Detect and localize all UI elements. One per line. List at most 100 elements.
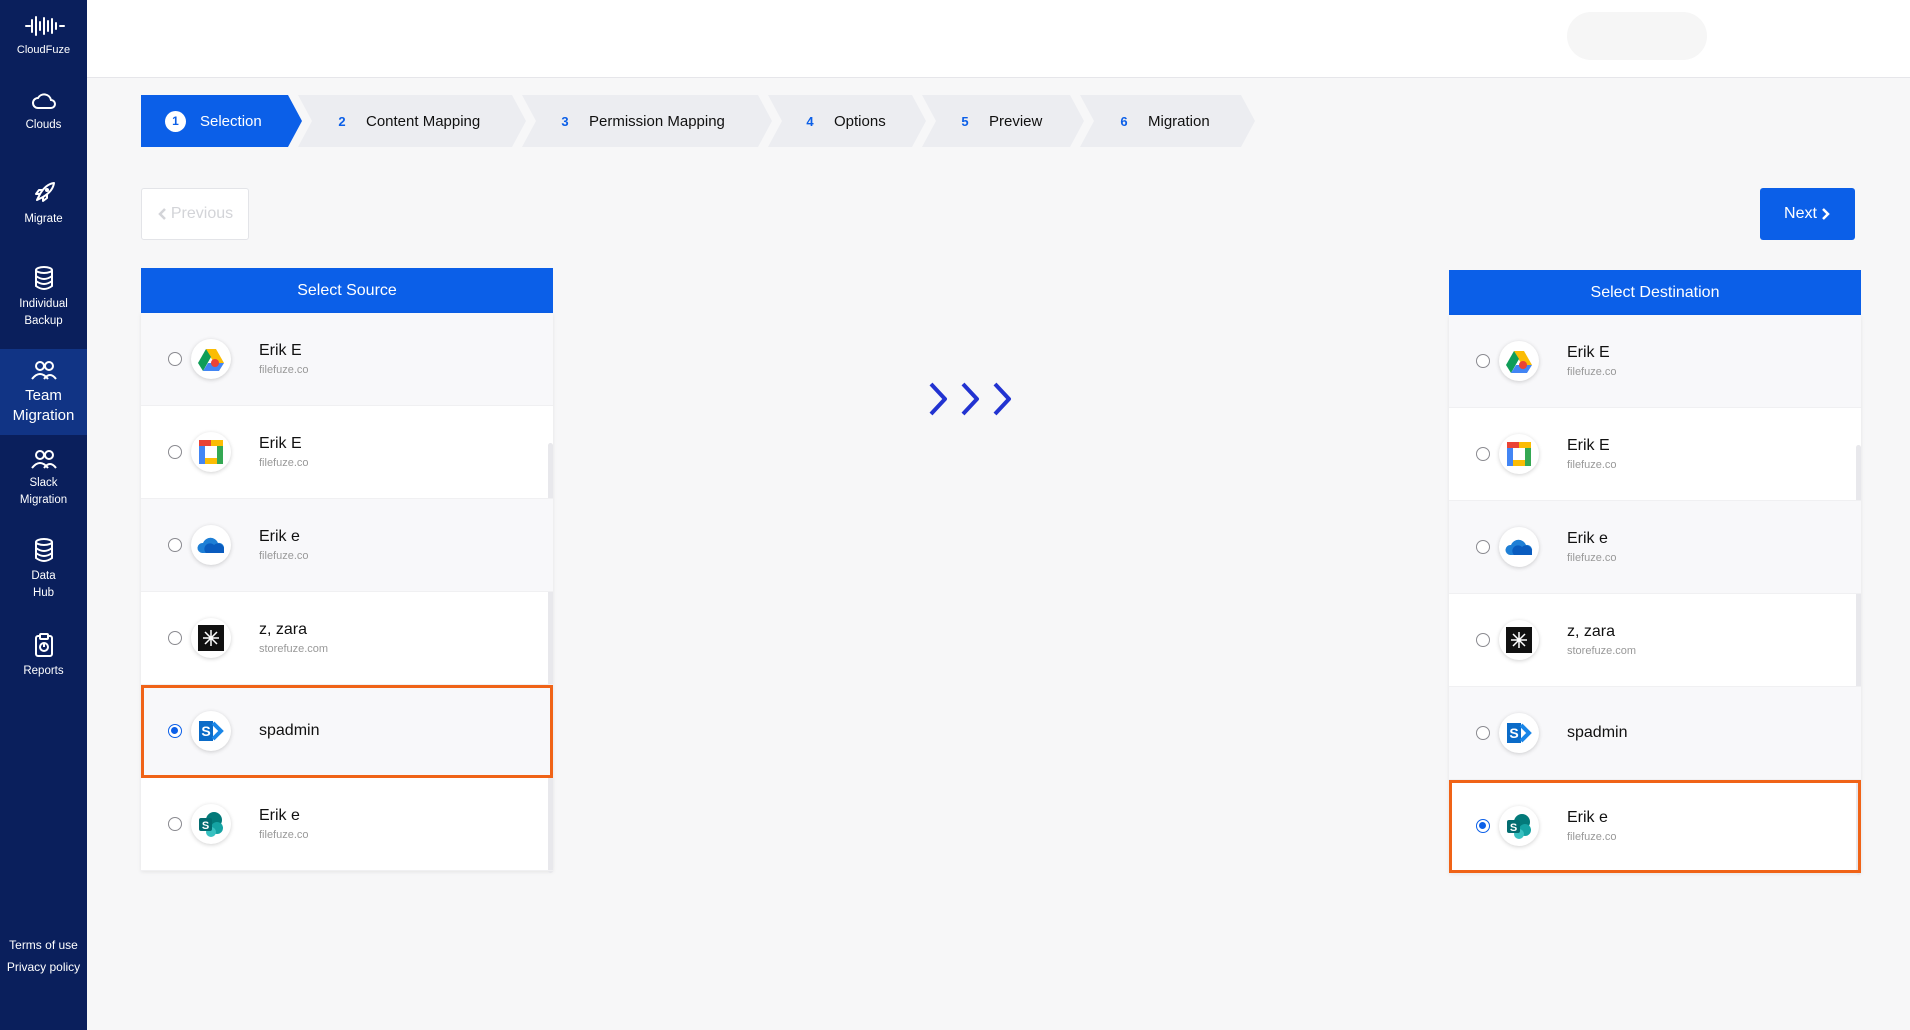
step-number: 1	[165, 111, 186, 132]
sidebar-item-label: Data Hub	[31, 570, 56, 599]
step-permission-mapping[interactable]: 3 Permission Mapping	[522, 95, 772, 147]
destination-panel-title: Select Destination	[1449, 270, 1861, 315]
onedrive-icon	[1499, 527, 1539, 567]
chevron-left-icon	[158, 208, 166, 220]
google-workspace-icon	[1499, 434, 1539, 474]
step-label: Selection	[200, 112, 262, 130]
sidebar: CloudFuze Clouds Migrate Individual Back…	[0, 0, 87, 1030]
database-icon	[34, 538, 53, 562]
destination-list: Erik E filefuze.co Erik E filefuze.co Erik…	[1449, 315, 1861, 875]
step-migration[interactable]: 6 Migration	[1080, 95, 1255, 147]
radio-button[interactable]	[1476, 540, 1490, 554]
sidebar-item-slack-migration[interactable]: Slack Migration	[0, 448, 87, 508]
account-domain: filefuze.co	[259, 550, 309, 562]
source-panel-title: Select Source	[141, 268, 553, 313]
sharepoint-online-icon: S	[1499, 806, 1539, 846]
destination-row[interactable]: Erik e filefuze.co	[1449, 501, 1861, 594]
sharepoint-server-icon: S	[191, 711, 231, 751]
users-icon	[30, 361, 57, 380]
next-label: Next	[1784, 205, 1817, 222]
account-domain: filefuze.co	[259, 457, 309, 469]
step-number: 5	[961, 113, 969, 129]
radio-button[interactable]	[168, 538, 182, 552]
sidebar-item-clouds[interactable]: Clouds	[0, 92, 87, 134]
account-domain: filefuze.co	[1567, 459, 1617, 471]
account-name: z, zara	[1567, 623, 1616, 640]
sidebar-item-data-hub[interactable]: Data Hub	[0, 537, 87, 601]
user-menu[interactable]	[1567, 12, 1707, 60]
cloud-icon	[31, 93, 56, 109]
source-row[interactable]: Erik e filefuze.co	[141, 499, 553, 592]
sharepoint-server-icon: S	[1499, 713, 1539, 753]
brand-name: CloudFuze	[16, 44, 71, 56]
account-name: Erik E	[1567, 344, 1610, 361]
radio-button[interactable]	[1476, 354, 1490, 368]
top-bar	[87, 0, 1910, 78]
step-label: Preview	[989, 112, 1043, 130]
source-list: Erik E filefuze.co Erik E filefuze.co Erik…	[141, 313, 553, 873]
previous-button[interactable]: Previous	[141, 188, 249, 240]
sidebar-item-team-migration[interactable]: Team Migration	[0, 349, 87, 435]
account-name: Erik e	[1567, 530, 1608, 547]
previous-label: Previous	[170, 205, 234, 222]
chevron-right-icon	[1822, 208, 1830, 220]
step-label: Migration	[1148, 112, 1210, 130]
radio-button[interactable]	[1476, 726, 1490, 740]
svg-text:S: S	[201, 723, 210, 739]
source-panel: Select Source Erik E filefuze.co Erik E fi…	[141, 268, 553, 873]
radio-button[interactable]	[168, 352, 182, 366]
step-preview[interactable]: 5 Preview	[922, 95, 1084, 147]
account-name: spadmin	[259, 722, 320, 739]
step-number: 2	[338, 113, 346, 129]
sidebar-item-reports[interactable]: Reports	[0, 632, 87, 680]
source-row[interactable]: Erik E filefuze.co	[141, 406, 553, 499]
account-name: Erik E	[1567, 437, 1610, 454]
step-content-mapping[interactable]: 2 Content Mapping	[298, 95, 526, 147]
sidebar-item-individual-backup[interactable]: Individual Backup	[0, 265, 87, 329]
sidebar-item-label: Migrate	[24, 213, 63, 225]
source-row[interactable]: S Erik e filefuze.co	[141, 778, 553, 871]
radio-button[interactable]	[1476, 819, 1490, 833]
destination-row[interactable]: Erik E filefuze.co	[1449, 408, 1861, 501]
source-row-selected[interactable]: S spadmin	[141, 685, 553, 778]
account-domain: filefuze.co	[259, 829, 309, 841]
account-domain: storefuze.com	[259, 643, 329, 655]
step-options[interactable]: 4 Options	[768, 95, 926, 147]
sidebar-item-label: Slack Migration	[19, 477, 68, 506]
radio-button[interactable]	[168, 631, 182, 645]
step-label: Permission Mapping	[589, 112, 725, 130]
account-domain: storefuze.com	[1567, 645, 1637, 657]
radio-button[interactable]	[168, 445, 182, 459]
chevron-triple-right-icon	[929, 382, 1011, 416]
destination-row[interactable]: Erik E filefuze.co	[1449, 315, 1861, 408]
terms-of-use-link[interactable]: Terms of use	[0, 938, 87, 952]
brand-logo[interactable]: CloudFuze	[0, 14, 87, 56]
source-row[interactable]: z, zara storefuze.com	[141, 592, 553, 685]
radio-button[interactable]	[168, 724, 182, 738]
radio-button[interactable]	[1476, 633, 1490, 647]
destination-row[interactable]: z, zara storefuze.com	[1449, 594, 1861, 687]
step-number: 6	[1120, 113, 1128, 129]
sidebar-item-label: Individual Backup	[19, 298, 68, 327]
clipboard-icon	[34, 633, 53, 657]
sharepoint-online-icon: S	[191, 804, 231, 844]
onedrive-icon	[191, 525, 231, 565]
step-label: Content Mapping	[366, 112, 481, 130]
step-selection[interactable]: 1 Selection	[141, 95, 302, 147]
box-black-icon	[1499, 620, 1539, 660]
google-drive-icon	[191, 339, 231, 379]
svg-text:S: S	[202, 820, 209, 832]
destination-row[interactable]: S spadmin	[1449, 687, 1861, 780]
account-name: spadmin	[1567, 724, 1628, 741]
sidebar-item-migrate[interactable]: Migrate	[0, 180, 87, 228]
next-button[interactable]: Next	[1760, 188, 1855, 240]
account-domain: filefuze.co	[1567, 366, 1617, 378]
radio-button[interactable]	[1476, 447, 1490, 461]
google-workspace-icon	[191, 432, 231, 472]
privacy-policy-link[interactable]: Privacy policy	[0, 960, 87, 974]
radio-button[interactable]	[168, 817, 182, 831]
step-number: 4	[806, 113, 814, 129]
source-row[interactable]: Erik E filefuze.co	[141, 313, 553, 406]
destination-row-selected[interactable]: S Erik e filefuze.co	[1449, 780, 1861, 873]
account-domain: filefuze.co	[259, 364, 309, 376]
